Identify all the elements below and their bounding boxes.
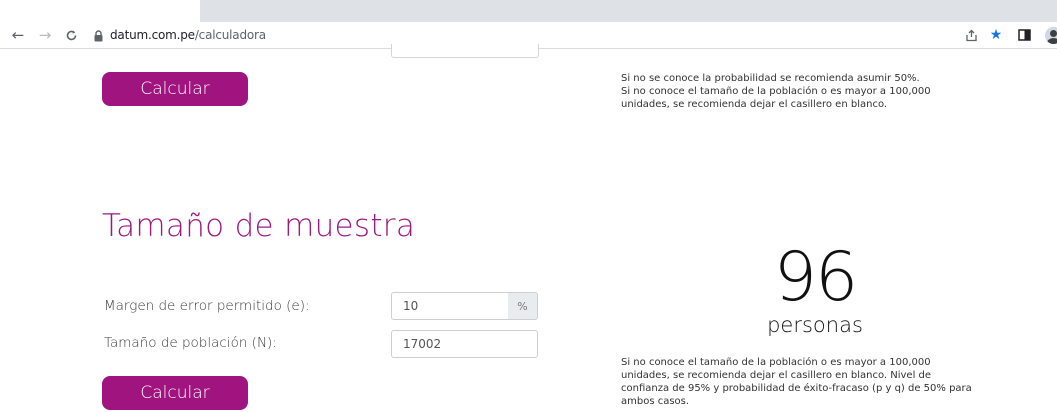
section-title: Tamaño de muestra bbox=[102, 208, 416, 244]
address-bar[interactable]: datum.com.pe/calculadora bbox=[110, 28, 266, 42]
sample-note: Si no conoce el tamaño de la población o… bbox=[621, 356, 1001, 408]
profile-avatar[interactable] bbox=[1045, 27, 1057, 44]
forward-icon[interactable]: → bbox=[36, 26, 54, 44]
tab-strip bbox=[0, 0, 1057, 22]
top-note: Si no se conoce la probabilidad se recom… bbox=[621, 72, 1001, 111]
population-input[interactable]: 17002 bbox=[391, 330, 538, 358]
error-margin-input[interactable]: 10 bbox=[391, 292, 509, 320]
reload-icon[interactable] bbox=[62, 26, 80, 44]
sample-note-line: ambos casos. bbox=[621, 396, 690, 407]
url-path: /calculadora bbox=[194, 28, 266, 42]
lock-icon[interactable] bbox=[93, 29, 104, 42]
star-icon[interactable]: ★ bbox=[988, 27, 1004, 43]
calculate-button[interactable]: Calcular bbox=[102, 376, 248, 410]
sample-note-line: Si no conoce el tamaño de la población o… bbox=[621, 357, 931, 368]
url-domain: datum.com.pe bbox=[110, 28, 195, 42]
share-icon[interactable] bbox=[963, 27, 979, 43]
active-tab[interactable] bbox=[0, 0, 200, 22]
calculate-button-top[interactable]: Calcular bbox=[102, 72, 248, 106]
error-margin-value: 10 bbox=[403, 299, 419, 313]
back-icon[interactable]: ← bbox=[9, 26, 27, 44]
percent-suffix: % bbox=[508, 292, 538, 320]
result-value: 96 bbox=[773, 238, 859, 317]
inactive-tab[interactable] bbox=[200, 8, 1057, 22]
sidepanel-icon[interactable] bbox=[1016, 27, 1032, 43]
population-label: Tamaño de población (N): bbox=[104, 335, 277, 351]
population-value: 17002 bbox=[403, 337, 442, 351]
top-note-line: unidades, se recomienda dejar el casille… bbox=[621, 99, 888, 110]
sample-note-line: confianza de 95% y probabilidad de éxito… bbox=[621, 383, 972, 394]
previous-input-field[interactable] bbox=[391, 44, 539, 58]
error-margin-label: Margen de error permitido (e): bbox=[104, 298, 310, 314]
top-note-line: Si no se conoce la probabilidad se recom… bbox=[621, 73, 920, 84]
top-note-line: Si no conoce el tamaño de la población o… bbox=[621, 86, 931, 97]
result-unit: personas bbox=[767, 313, 863, 337]
sample-note-line: unidades, se recomienda dejar el casille… bbox=[621, 370, 932, 381]
